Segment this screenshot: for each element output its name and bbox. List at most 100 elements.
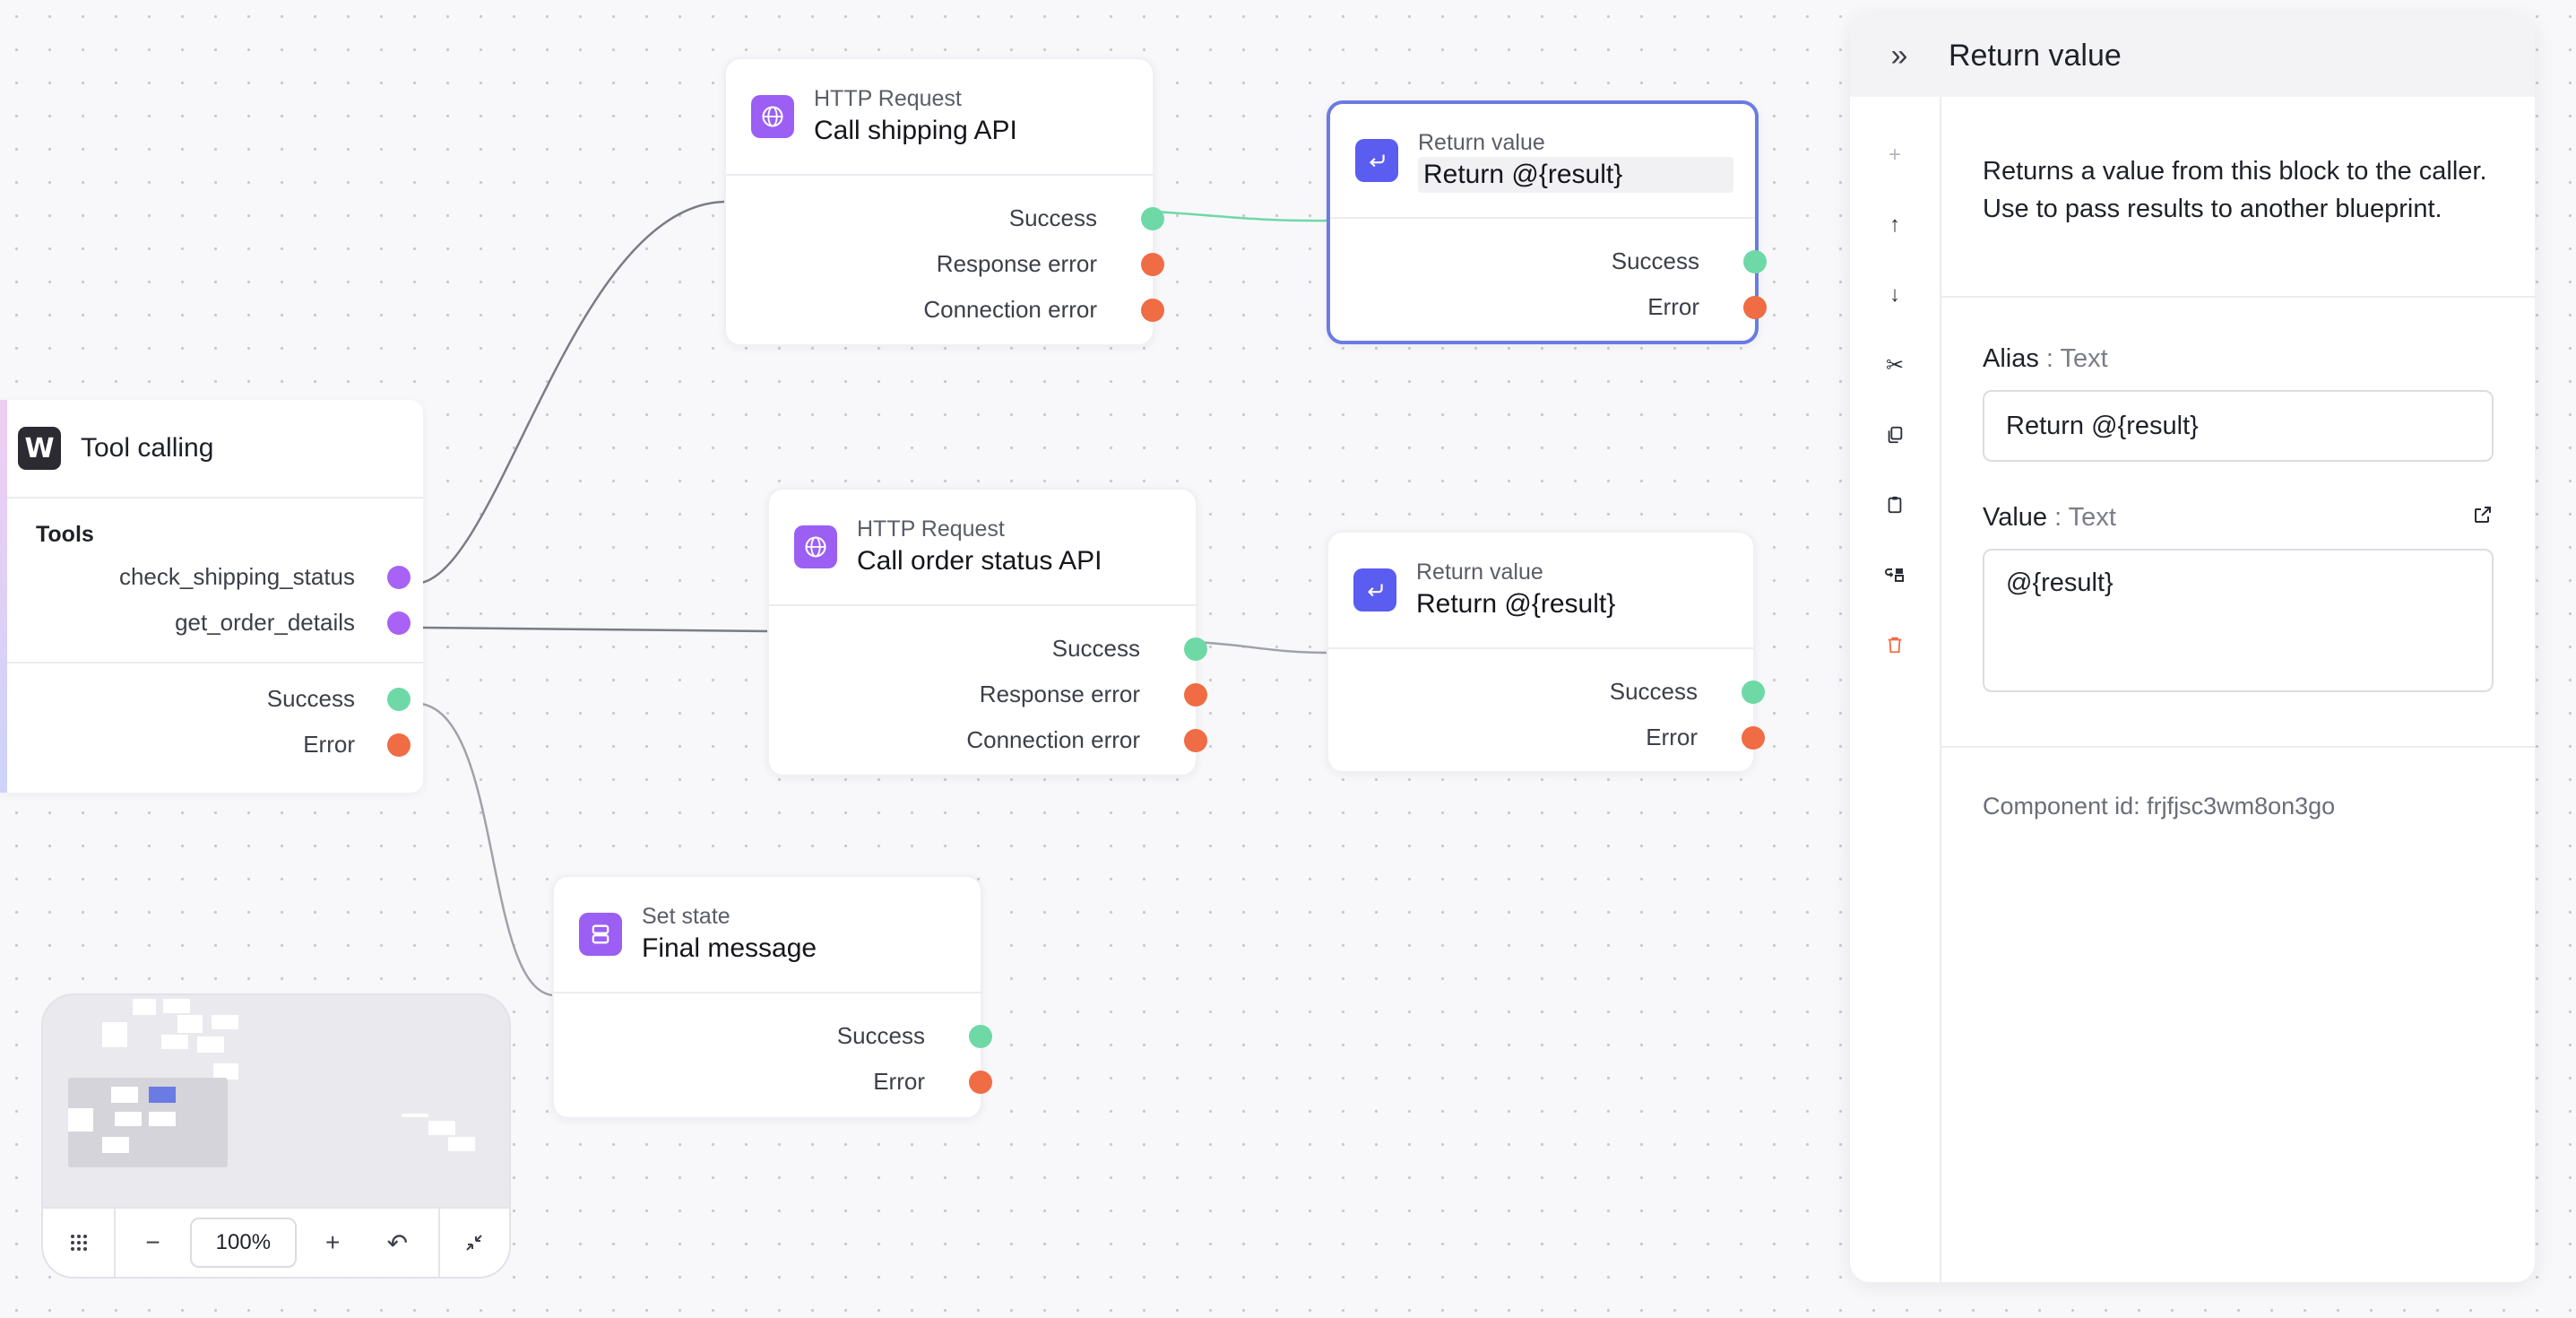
value-type: : Text [2054,503,2116,532]
tool-name: get_order_details [175,609,355,636]
node-type: HTTP Request [814,86,962,111]
cut-icon[interactable]: ✂ [1850,330,1940,400]
error-port[interactable] [1141,252,1164,276]
w-logo-icon: W [18,427,61,470]
set-state-node[interactable]: Set state Final message Success Error [552,875,992,1119]
success-port[interactable] [387,687,411,711]
tool-calling-node[interactable]: W Tool calling Tools check_shipping_stat… [0,400,423,793]
success-port[interactable] [1184,637,1207,661]
output-success: Success [726,195,1164,241]
alias-label-text: Alias [1983,344,2039,373]
value-field-group: Value : Text @{result} [1941,462,2535,692]
minimap-block [149,1112,176,1126]
node-name: Call shipping API [814,116,1017,145]
minimap-block [161,1035,188,1049]
open-editor-icon[interactable] [2472,504,2494,532]
undo-icon[interactable]: ↶ [369,1209,426,1277]
minimap-block [111,1087,138,1103]
node-name: Call order status API [857,546,1102,576]
output-success: Success [1330,238,1767,284]
tool-name: check_shipping_status [118,563,355,590]
paste-icon[interactable] [1850,470,1940,540]
zoom-in-button[interactable]: + [297,1209,369,1277]
success-port[interactable] [969,1024,992,1048]
component-id: Component id: frjfjsc3wm8on3go [1983,793,2336,819]
error-port[interactable] [387,733,411,757]
output-success: Success [769,626,1207,672]
output-label: Error [873,1068,925,1095]
output-connection-error: Connection error [769,717,1207,763]
node-name[interactable]: Return @{result} [1418,157,1733,193]
error-port[interactable] [1743,295,1767,319]
delete-icon[interactable] [1850,610,1940,680]
minimap-block [212,1015,238,1029]
alias-field-group: Alias : Text Return @{result} [1941,298,2535,462]
value-label-text: Value [1983,503,2048,532]
node-type: Set state [642,904,730,929]
minimap-toolbar: − 100% + ↶ [43,1207,509,1277]
error-port[interactable] [1141,298,1164,322]
value-label: Value : Text [1983,503,2494,533]
add-icon[interactable]: + [1850,120,1940,190]
zoom-out-button[interactable]: − [116,1209,190,1277]
wire-order-success [1195,640,1329,655]
error-port[interactable] [1184,682,1207,707]
minimap-block [163,999,190,1013]
action-rail: + ↑ ↓ ✂ [1850,97,1941,1282]
return-value-node-1[interactable]: Return value Return @{result} Success Er… [1327,100,1767,344]
node-header: Return value Return @{result} [1328,533,1753,649]
output-error: Error [1328,715,1765,760]
panel-title: Return value [1949,38,2122,73]
error-port[interactable] [969,1070,992,1094]
node-type: Return value [1418,130,1545,155]
collapse-panel-icon[interactable]: » [1850,39,1949,74]
output-port[interactable] [387,565,411,589]
node-type: HTTP Request [857,516,1005,542]
collapse-icon[interactable] [440,1209,509,1277]
copy-icon[interactable] [1850,400,1940,470]
wire-tool-success [420,702,553,997]
output-port[interactable] [387,611,411,635]
tools-section-label: Tools [36,522,94,547]
output-connection-error: Connection error [726,287,1164,333]
minimap[interactable]: − 100% + ↶ [41,993,511,1279]
success-port[interactable] [1742,680,1765,704]
globe-icon [751,95,794,138]
node-name: Return @{result} [1416,589,1616,619]
output-label: Success [1611,247,1699,274]
output-response-error: Response error [726,241,1164,287]
success-port[interactable] [1141,206,1164,230]
node-header: Set state Final message [554,877,981,993]
http-request-node-shipping[interactable]: HTTP Request Call shipping API Success R… [724,57,1164,346]
value-textarea[interactable]: @{result} [1983,549,2494,692]
output-error: Error [1330,284,1767,330]
minimap-block [133,999,156,1015]
output-error: Error [0,722,423,767]
output-response-error: Response error [769,672,1207,717]
return-value-node-2[interactable]: Return value Return @{result} Success Er… [1327,531,1765,773]
wire-check-shipping [420,200,725,585]
minimap-block [428,1121,455,1135]
success-port[interactable] [1743,249,1767,273]
arrow-down-icon[interactable]: ↓ [1850,260,1940,330]
alias-input[interactable]: Return @{result} [1983,390,2494,462]
output-label: Success [1008,204,1097,231]
node-header: Return value Return @{result} [1330,104,1755,219]
go-to-icon[interactable] [1850,540,1940,610]
output-success: Success [0,676,423,722]
output-label: Success [1051,635,1140,662]
node-name: Final message [642,933,817,963]
http-request-node-order-status[interactable]: HTTP Request Call order status API Succe… [767,488,1207,776]
minimap-block [102,1022,127,1047]
grid-icon[interactable] [43,1209,114,1277]
arrow-up-icon[interactable]: ↑ [1850,190,1940,260]
node-stripe [0,400,7,793]
minimap-block [102,1137,129,1153]
error-port[interactable] [1742,725,1765,750]
error-port[interactable] [1184,728,1207,752]
minimap-block [402,1114,428,1117]
output-error: Error [554,1059,992,1105]
zoom-level[interactable]: 100% [190,1218,297,1268]
settings-panel: » Return value + ↑ ↓ ✂ Returns a value f… [1850,14,2535,1282]
wire-shipping-success [1152,210,1329,222]
